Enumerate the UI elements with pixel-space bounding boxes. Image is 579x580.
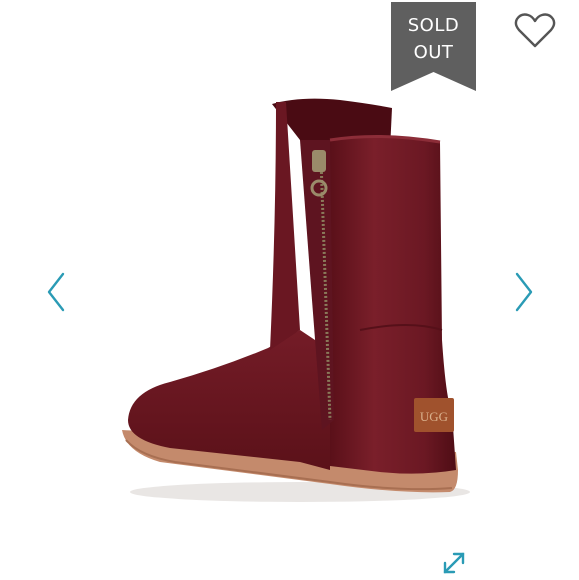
product-image: UGG — [122, 98, 470, 502]
badge-line-1: SOLD — [407, 15, 460, 36]
sold-out-badge: SOLD OUT — [391, 2, 476, 91]
logo-label: UGG — [420, 409, 448, 424]
expand-arrows-icon[interactable] — [440, 549, 468, 577]
badge-line-2: OUT — [413, 42, 454, 63]
chevron-right-icon[interactable] — [509, 268, 537, 316]
product-image-viewer: UGG SOLD OUT — [0, 0, 579, 580]
chevron-left-icon[interactable] — [43, 268, 71, 316]
heart-outline-icon[interactable] — [513, 12, 557, 50]
